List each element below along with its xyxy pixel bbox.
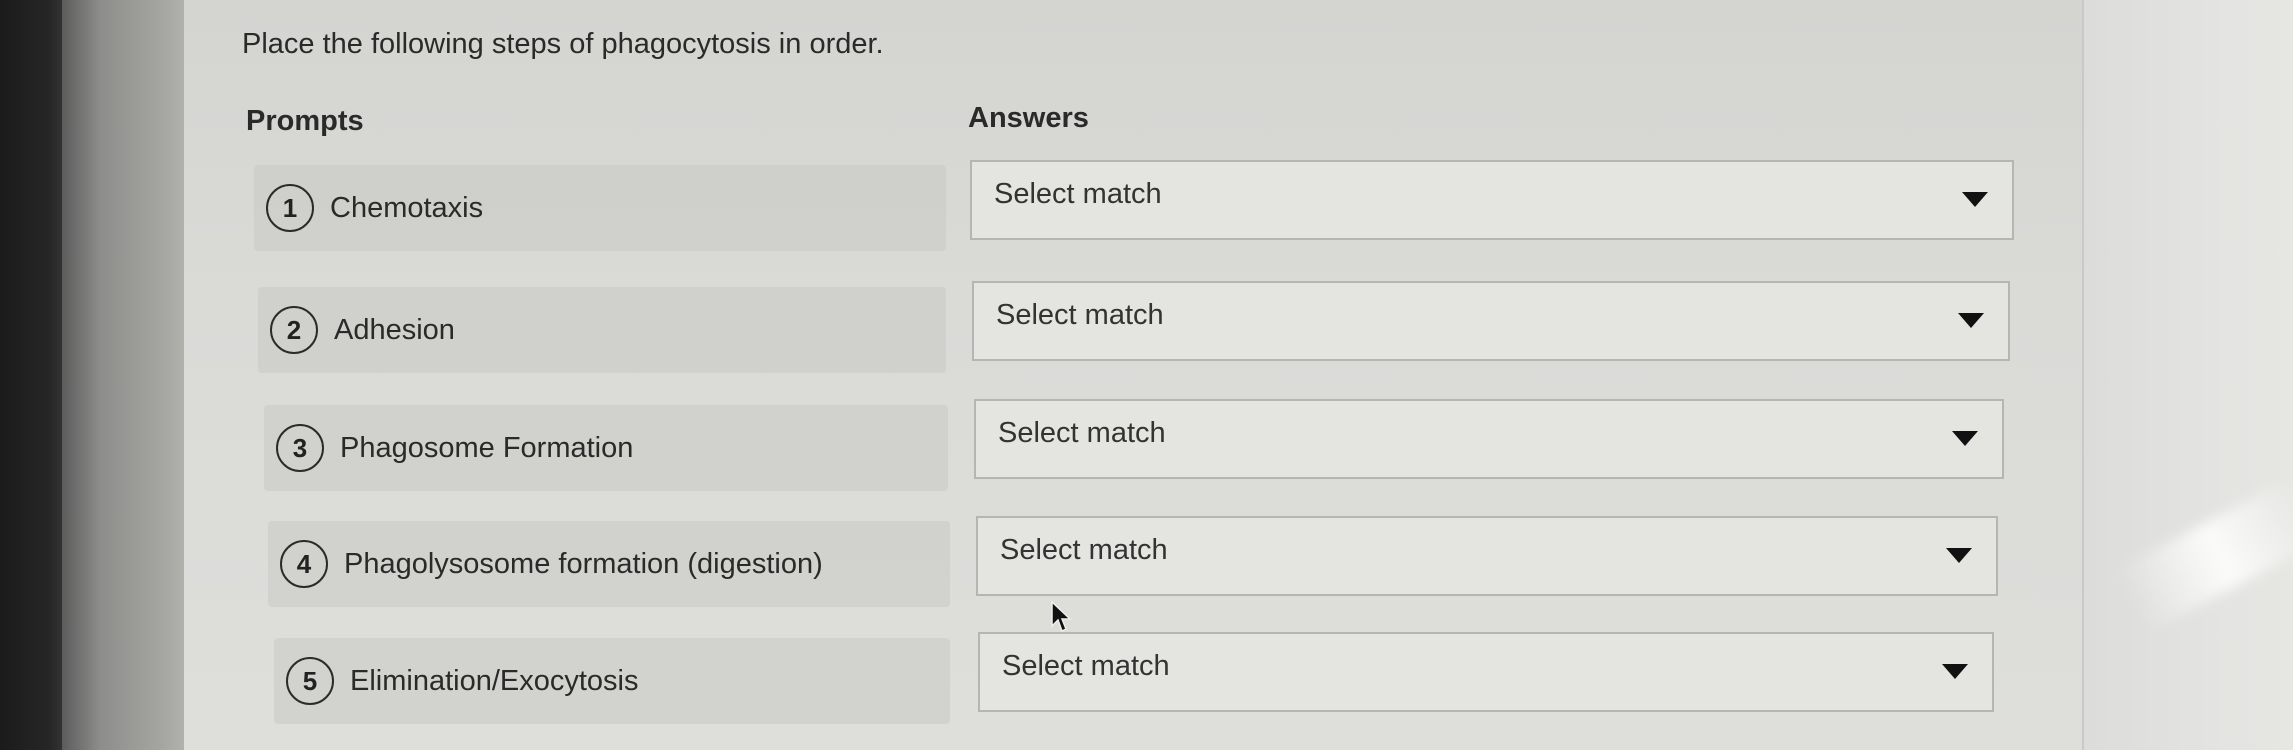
prompt-text-2: Adhesion xyxy=(334,313,455,346)
prompt-text-3: Phagosome Formation xyxy=(340,431,634,464)
screen-photo: Place the following steps of phagocytosi… xyxy=(0,0,2293,750)
question-title: Place the following steps of phagocytosi… xyxy=(242,28,884,60)
chevron-down-icon xyxy=(1958,313,1984,328)
prompt-row-1: 1 Chemotaxis xyxy=(254,165,946,251)
prompt-number-4: 4 xyxy=(280,540,328,588)
prompt-text-1: Chemotaxis xyxy=(330,191,484,224)
screen-edge xyxy=(62,0,190,750)
answer-select-4[interactable]: Select match xyxy=(976,516,1998,596)
answer-select-2-value: Select match xyxy=(996,298,1164,331)
prompt-row-2: 2 Adhesion xyxy=(258,287,946,373)
answer-select-4-value: Select match xyxy=(1000,533,1168,566)
prompt-text-4: Phagolysosome formation (digestion) xyxy=(344,547,823,580)
answer-select-5-value: Select match xyxy=(1002,649,1170,682)
answer-select-3[interactable]: Select match xyxy=(974,399,2004,479)
prompt-row-3: 3 Phagosome Formation xyxy=(264,405,948,491)
prompt-number-3: 3 xyxy=(276,424,324,472)
answer-select-1-value: Select match xyxy=(994,177,1162,210)
chevron-down-icon xyxy=(1952,431,1978,446)
answers-header: Answers xyxy=(968,102,1089,134)
chevron-down-icon xyxy=(1942,664,1968,679)
monitor-bezel xyxy=(0,0,70,750)
prompt-number-2: 2 xyxy=(270,306,318,354)
prompts-header: Prompts xyxy=(246,105,364,137)
prompt-text-5: Elimination/Exocytosis xyxy=(350,664,639,697)
prompt-row-5: 5 Elimination/Exocytosis xyxy=(274,638,950,724)
prompt-number-1: 1 xyxy=(266,184,314,232)
answer-select-1[interactable]: Select match xyxy=(970,160,2014,240)
answer-select-3-value: Select match xyxy=(998,416,1166,449)
chevron-down-icon xyxy=(1962,192,1988,207)
answer-select-2[interactable]: Select match xyxy=(972,281,2010,361)
mouse-cursor-icon xyxy=(1051,600,1072,633)
prompt-number-5: 5 xyxy=(286,657,334,705)
prompt-row-4: 4 Phagolysosome formation (digestion) xyxy=(268,521,950,607)
answer-select-5[interactable]: Select match xyxy=(978,632,1994,712)
right-margin xyxy=(2082,0,2293,750)
chevron-down-icon xyxy=(1946,548,1972,563)
